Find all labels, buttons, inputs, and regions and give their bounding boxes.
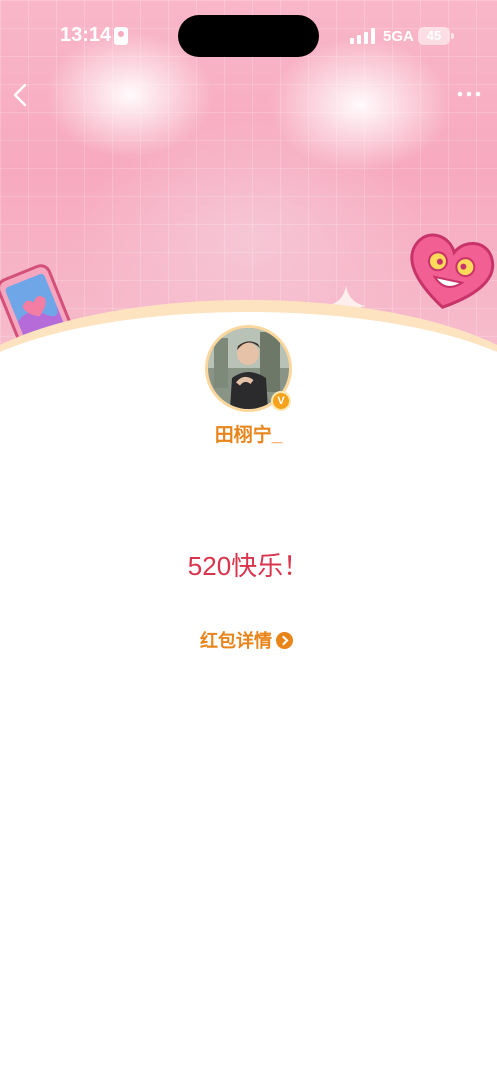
more-button[interactable] xyxy=(452,82,486,106)
heart-face-sticker-icon xyxy=(410,233,495,309)
signal-icon xyxy=(350,28,376,44)
more-dots-icon xyxy=(457,91,481,97)
id-card-icon xyxy=(114,27,128,45)
back-button[interactable] xyxy=(8,80,36,110)
chevron-left-icon xyxy=(13,83,27,107)
details-label: 红包详情 xyxy=(200,631,272,651)
chevron-right-circle-icon xyxy=(276,631,293,649)
status-time: 13:14 xyxy=(60,24,112,46)
status-bar: 13:14 5GA 45 xyxy=(0,0,497,74)
dynamic-island xyxy=(178,15,319,57)
sender-name: 田栩宁_ xyxy=(214,425,283,446)
red-packet-details-link[interactable]: 红包详情 xyxy=(200,628,293,652)
network-type: 5GA xyxy=(383,28,414,45)
verified-badge: V xyxy=(271,391,291,411)
battery-icon: 45 xyxy=(418,27,450,45)
battery-tip xyxy=(451,33,454,39)
greeting-message: 520快乐！ xyxy=(187,551,310,581)
